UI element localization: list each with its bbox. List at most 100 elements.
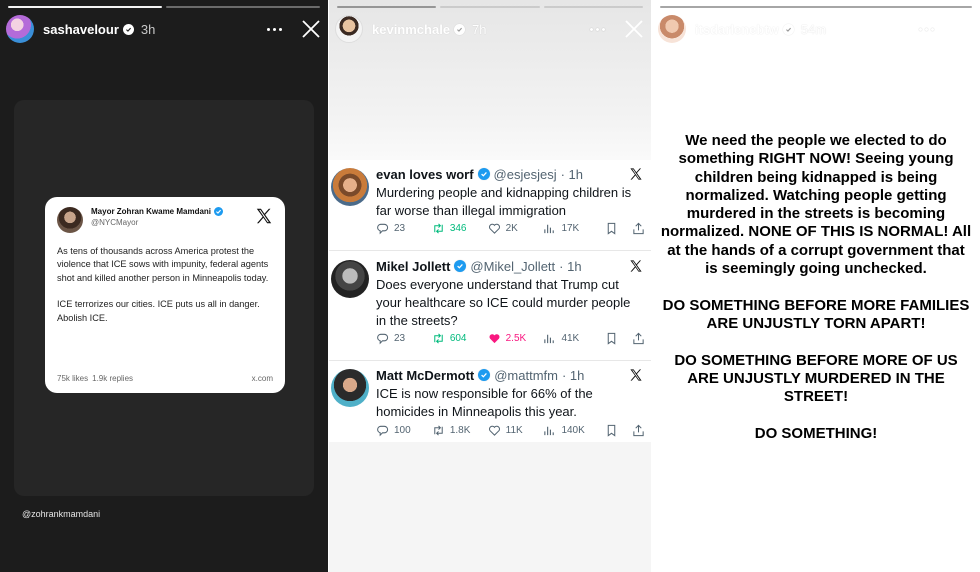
retweet-button[interactable]: 1.8K [432,424,488,437]
close-icon[interactable] [952,18,974,40]
share-icon [633,332,644,345]
close-icon[interactable] [300,18,322,40]
bookmark-button[interactable] [605,424,632,437]
story-paragraph: DO SOMETHING! [754,424,878,442]
share-icon [633,424,644,437]
retweet-icon [434,223,443,234]
tweet-author-handle[interactable]: @Mikel_Jollett [470,259,555,274]
likes-count: 75k likes [57,374,89,383]
tweet-author-name[interactable]: evan loves worf [376,167,474,182]
retweet-button[interactable]: 346 [432,222,488,235]
tweet-text: Does everyone understand that Trump cut … [376,277,631,328]
story-panel-1[interactable]: sashavelour 3h Mayor Zohran Kwame Mamdan… [0,0,328,572]
verified-icon [214,207,224,216]
tweet-time: · 1h [560,166,584,182]
views-icon [544,334,555,344]
avatar[interactable] [6,15,34,43]
embed-text: As tens of thousands across America prot… [57,246,269,323]
source-domain: x.com [251,374,273,383]
views-button[interactable]: 41K [543,332,605,345]
embed-author-handle: @NYCMayor [91,218,139,227]
tweet-author-handle[interactable]: @mattmfm [494,368,558,383]
story-username[interactable]: itsdarlenebtw [695,22,779,37]
story-text: We need the people we elected to do some… [660,132,972,461]
tweet-text: ICE is now responsible for 66% of the ho… [376,386,593,419]
avatar[interactable] [331,260,369,298]
tweet-author-handle[interactable]: @esjesjesj [494,167,557,182]
retweet-icon [434,425,443,436]
reply-button[interactable]: 23 [376,332,432,345]
like-icon [489,334,500,344]
bookmark-icon [607,222,616,235]
tweet-time: · 1h [559,258,582,274]
share-button[interactable] [632,332,645,345]
tweet-actions: 23 604 2.5K 41K [376,332,645,345]
close-icon[interactable] [623,18,645,40]
like-icon [488,425,500,436]
embedded-post-card[interactable]: Mayor Zohran Kwame Mamdani @NYCMayor As … [45,197,285,393]
verified-icon [454,23,466,35]
bookmark-button[interactable] [605,332,632,345]
tweet-author-name[interactable]: Matt McDermott [376,368,474,383]
story-header: kevinmchale 7h [335,14,645,44]
verified-icon [454,260,467,272]
views-button[interactable]: 140K [543,424,605,437]
verified-icon [477,168,490,180]
story-time: 54m [800,21,827,37]
more-icon[interactable] [263,24,286,35]
avatar[interactable] [331,369,369,407]
story-paragraph: DO SOMETHING BEFORE MORE FAMILIES ARE UN… [662,296,970,332]
story-time: 3h [140,21,156,37]
verified-icon [478,369,491,381]
x-logo-icon [630,260,642,272]
story-paragraph: DO SOMETHING BEFORE MORE OF US ARE UNJUS… [674,351,958,406]
tweet-card[interactable]: Matt McDermott @mattmfm · 1h ICE is now … [329,361,651,442]
story-panel-3[interactable]: itsdarlenebtw 54m We need the people we … [652,0,980,572]
avatar[interactable] [658,15,686,43]
avatar [57,207,83,233]
tweet-author-name[interactable]: Mikel Jollett [376,259,450,274]
replies-count: 1.9k replies [92,374,134,383]
avatar[interactable] [335,15,363,43]
story-progress [660,6,972,8]
reply-button[interactable]: 23 [376,222,432,235]
reply-button[interactable]: 100 [376,424,432,437]
like-button[interactable]: 2.5K [488,332,544,345]
like-button[interactable]: 2K [488,222,544,235]
share-button[interactable] [632,424,645,437]
verified-icon [122,23,134,35]
reply-icon [377,425,389,437]
retweet-button[interactable]: 604 [432,332,488,345]
story-progress [337,6,643,8]
verified-icon [782,23,794,35]
embed-author-name: Mayor Zohran Kwame Mamdani [91,207,255,216]
views-button[interactable]: 17K [543,222,605,235]
bookmark-icon [607,332,616,345]
tweet-card[interactable]: evan loves worf @esjesjesj · 1h Murderin… [329,160,651,250]
more-icon[interactable] [915,24,938,35]
views-icon [544,224,555,234]
reply-icon [377,333,389,345]
story-username[interactable]: kevinmchale [372,22,450,37]
tweet-card[interactable]: Mikel Jollett @Mikel_Jollett · 1h Does e… [329,252,651,360]
story-username[interactable]: sashavelour [43,22,119,37]
reply-icon [377,223,389,235]
views-icon [544,426,555,436]
bookmark-button[interactable] [605,222,632,235]
more-icon[interactable] [586,24,609,35]
share-button[interactable] [632,222,645,235]
tweet-actions: 23 346 2K 17K [376,222,645,235]
story-panel-2[interactable]: kevinmchale 7h evan loves worf @esjesjes… [329,0,651,572]
x-logo-icon [630,168,642,180]
avatar[interactable] [331,168,369,206]
x-logo-icon [256,208,272,224]
story-time: 7h [472,21,487,37]
like-button[interactable]: 11K [488,424,544,437]
story-progress [8,6,320,8]
tweet-time: · 1h [561,367,585,383]
share-icon [633,222,644,235]
bookmark-icon [607,424,616,437]
tweet-text: Murdering people and kidnapping children… [376,185,632,218]
mention-sticker[interactable]: @zohrankmamdani [22,509,100,519]
story-header: sashavelour 3h [6,14,322,44]
